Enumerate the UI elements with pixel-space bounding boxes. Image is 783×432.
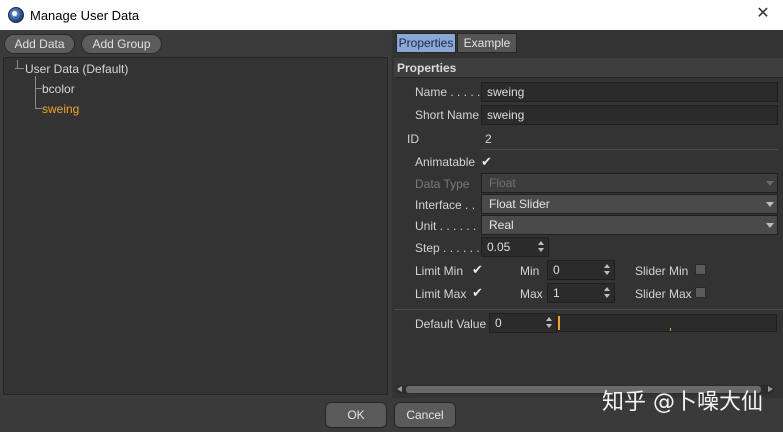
step-label: Step . . . . . .	[415, 241, 480, 255]
ok-button[interactable]: OK	[325, 402, 387, 428]
scroll-right-icon[interactable]	[768, 386, 773, 392]
name-field[interactable]: sweing	[481, 82, 778, 102]
data-type-label: Data Type	[415, 177, 470, 191]
stepper-arrows-icon[interactable]	[604, 264, 610, 276]
cancel-button[interactable]: Cancel	[394, 402, 456, 428]
step-value: 0.05	[487, 240, 511, 254]
max-stepper[interactable]: 1	[547, 283, 615, 303]
stepper-arrows-icon[interactable]	[538, 241, 544, 253]
tree-item-bcolor[interactable]: bcolor	[42, 82, 75, 96]
interface-value: Float Slider	[489, 197, 550, 211]
tab-example[interactable]: Example	[457, 33, 517, 53]
user-data-tree[interactable]: User Data (Default) bcolor sweing	[3, 57, 388, 395]
tree-item-root[interactable]: User Data (Default)	[25, 62, 128, 76]
default-value-stepper[interactable]: 0	[489, 313, 557, 333]
scroll-left-icon[interactable]	[397, 386, 402, 392]
name-label: Name . . . . .	[415, 85, 481, 99]
min-value: 0	[553, 263, 560, 277]
window-title: Manage User Data	[30, 7, 140, 23]
stepper-arrows-icon[interactable]	[604, 287, 610, 299]
interface-label: Interface . .	[415, 198, 476, 212]
animatable-checkbox[interactable]: ✔	[481, 155, 494, 168]
short-name-field[interactable]: sweing	[481, 105, 778, 125]
title-bar: Manage User Data ✕	[0, 0, 783, 30]
slider-max-label: Slider Max	[635, 287, 692, 301]
tree-connector	[35, 76, 36, 108]
interface-dropdown[interactable]: Float Slider	[481, 194, 778, 214]
slider-min-checkbox[interactable]	[695, 264, 706, 275]
data-type-dropdown: Float	[481, 173, 778, 193]
short-name-label: Short Name	[415, 108, 480, 122]
add-group-button[interactable]: Add Group	[81, 34, 162, 54]
unit-label: Unit . . . . . .	[415, 219, 477, 233]
slider-thumb[interactable]	[558, 316, 560, 330]
chevron-down-icon	[766, 181, 774, 186]
limit-min-label: Limit Min	[415, 264, 464, 278]
left-pane: Add Data Add Group User Data (Default) b…	[0, 30, 390, 398]
id-value: 2	[485, 132, 492, 146]
unit-value: Real	[489, 218, 514, 232]
left-toolbar: Add Data Add Group	[0, 30, 390, 56]
id-label: ID	[407, 132, 419, 146]
slider-max-checkbox[interactable]	[695, 287, 706, 298]
close-icon[interactable]: ✕	[753, 4, 773, 24]
stepper-arrows-icon[interactable]	[546, 317, 552, 329]
min-label: Min	[520, 264, 540, 278]
section-divider	[394, 309, 783, 310]
add-data-button[interactable]: Add Data	[4, 34, 75, 54]
data-type-value: Float	[489, 176, 516, 190]
tree-connector	[35, 108, 42, 109]
min-stepper[interactable]: 0	[547, 260, 615, 280]
limit-min-checkbox[interactable]: ✔	[472, 263, 485, 276]
unit-dropdown[interactable]: Real	[481, 215, 778, 235]
tab-properties[interactable]: Properties	[396, 33, 456, 53]
app-logo-icon	[8, 7, 24, 23]
default-value-label: Default Value	[415, 317, 487, 331]
default-value-slider[interactable]	[556, 314, 777, 332]
limit-max-checkbox[interactable]: ✔	[472, 286, 485, 299]
limit-max-label: Limit Max	[415, 287, 467, 301]
max-value: 1	[553, 286, 560, 300]
default-value: 0	[495, 316, 502, 330]
tree-connector	[35, 88, 42, 89]
max-label: Max	[520, 287, 543, 301]
slider-min-label: Slider Min	[635, 264, 689, 278]
tree-item-sweing[interactable]: sweing	[42, 102, 79, 116]
animatable-label: Animatable	[415, 155, 476, 169]
id-underline	[481, 149, 778, 150]
properties-pane: Properties Example Properties Name . . .…	[392, 30, 783, 398]
chevron-down-icon	[766, 223, 774, 228]
section-header-properties: Properties	[394, 58, 783, 78]
slider-tick	[670, 328, 671, 331]
step-stepper[interactable]: 0.05	[481, 237, 549, 257]
watermark: 知乎 @卜噪大仙	[602, 390, 763, 415]
tree-connector	[15, 68, 24, 69]
chevron-down-icon	[766, 202, 774, 207]
